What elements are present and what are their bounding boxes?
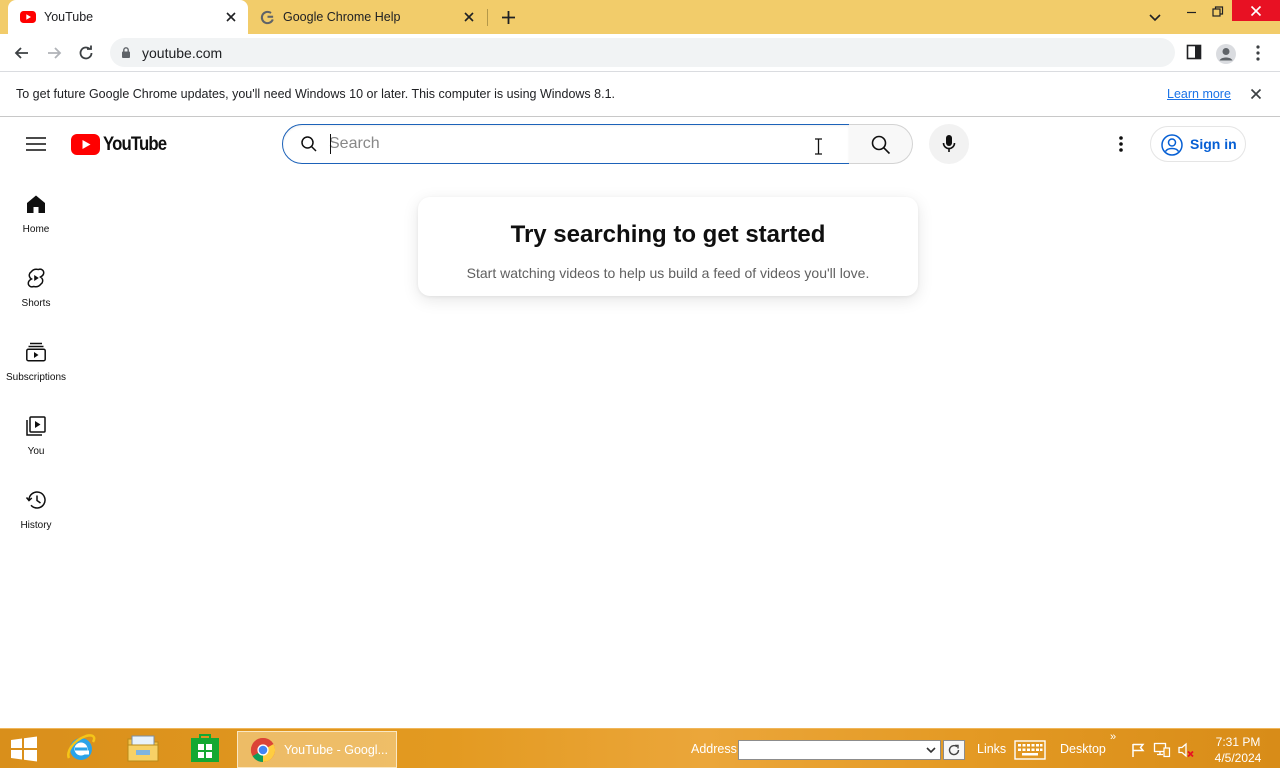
guide-item-shorts[interactable]: Shorts: [0, 267, 72, 341]
refresh-icon: [948, 744, 960, 756]
address-bar-url: youtube.com: [142, 45, 223, 61]
volume-muted-icon[interactable]: [1177, 742, 1195, 758]
youtube-logo[interactable]: YouTube: [71, 133, 177, 156]
chevron-down-icon[interactable]: [925, 744, 937, 756]
chrome-menu-icon[interactable]: [1250, 43, 1270, 63]
guide-item-home[interactable]: Home: [0, 193, 72, 267]
side-panel-icon[interactable]: [1185, 43, 1205, 63]
tab-title: Google Chrome Help: [283, 10, 401, 24]
guide-label: History: [20, 520, 52, 531]
sign-in-label: Sign in: [1190, 136, 1237, 152]
youtube-favicon: [20, 10, 36, 24]
search-box[interactable]: [282, 124, 850, 164]
settings-more-icon[interactable]: [1110, 134, 1132, 154]
windows-logo-icon: [11, 736, 37, 762]
clock-date: 4/5/2024: [1214, 751, 1262, 765]
file-explorer-icon[interactable]: [126, 732, 160, 768]
empty-state-title: Try searching to get started: [510, 221, 826, 248]
microphone-icon: [942, 135, 956, 152]
close-window-button[interactable]: [1232, 0, 1280, 21]
guide-label: Shorts: [21, 298, 51, 309]
forward-icon[interactable]: [44, 43, 64, 63]
touch-keyboard-icon[interactable]: [1014, 740, 1046, 760]
clock-time: 7:31 PM: [1215, 735, 1261, 749]
guide-label: Subscriptions: [5, 372, 67, 383]
text-caret: [330, 134, 331, 154]
close-tab-icon[interactable]: [462, 10, 476, 24]
windows-taskbar: YouTube - Googl... Address Links Desktop…: [0, 728, 1280, 768]
subscriptions-icon: [26, 342, 46, 362]
taskbar-chrome-window[interactable]: YouTube - Googl...: [237, 731, 397, 768]
you-icon: [26, 416, 46, 436]
back-icon[interactable]: [12, 43, 32, 63]
address-bar[interactable]: youtube.com: [110, 38, 1175, 67]
links-toolbar-label[interactable]: Links: [977, 742, 1006, 756]
sign-in-button[interactable]: Sign in: [1150, 126, 1246, 162]
address-toolbar-label: Address: [691, 742, 737, 756]
youtube-wordmark: YouTube: [103, 133, 167, 155]
chrome-icon: [250, 738, 276, 762]
tab-search-chevron-icon[interactable]: [1147, 9, 1163, 25]
search-input[interactable]: [329, 133, 809, 155]
minimize-icon[interactable]: [1184, 4, 1200, 20]
home-icon: [27, 195, 45, 213]
guide-item-history[interactable]: History: [0, 489, 72, 563]
youtube-logo-icon: [71, 134, 100, 155]
tab-google-chrome-help[interactable]: Google Chrome Help: [250, 0, 486, 34]
tab-separator: [487, 9, 488, 26]
restore-icon[interactable]: [1210, 4, 1226, 20]
search-button[interactable]: [849, 124, 913, 164]
store-icon[interactable]: [189, 732, 221, 768]
guide-item-subscriptions[interactable]: Subscriptions: [0, 341, 72, 415]
tab-youtube[interactable]: YouTube: [8, 0, 248, 34]
action-center-flag-icon[interactable]: [1130, 742, 1146, 758]
guide-item-you[interactable]: You: [0, 415, 72, 489]
close-tab-icon[interactable]: [224, 10, 238, 24]
start-button[interactable]: [8, 736, 40, 772]
tab-strip: YouTube Google Chrome Help: [0, 0, 1280, 34]
tab-title: YouTube: [44, 10, 94, 24]
shorts-icon: [27, 268, 45, 288]
internet-explorer-icon[interactable]: [64, 731, 98, 767]
history-icon: [25, 491, 46, 509]
google-favicon: [260, 10, 275, 25]
new-tab-button[interactable]: [500, 9, 517, 26]
empty-state-subtitle: Start watching videos to help us build a…: [466, 265, 870, 281]
text-cursor-icon: [814, 138, 823, 155]
taskbar-window-title: YouTube - Googl...: [284, 743, 389, 757]
lock-icon[interactable]: [120, 46, 132, 59]
desktop-toolbar-label[interactable]: Desktop: [1060, 742, 1106, 756]
system-clock[interactable]: 7:31 PM 4/5/2024: [1208, 734, 1268, 766]
network-icon[interactable]: [1153, 742, 1171, 758]
search-icon: [300, 135, 318, 153]
guide-label: You: [27, 446, 45, 457]
learn-more-link[interactable]: Learn more: [1167, 87, 1231, 101]
empty-feed-card: Try searching to get started Start watch…: [418, 197, 918, 296]
toolbar-overflow-icon[interactable]: »: [1110, 731, 1116, 743]
profile-icon[interactable]: [1215, 43, 1236, 64]
infobar-message: To get future Google Chrome updates, you…: [16, 87, 615, 101]
guide-menu-icon[interactable]: [25, 134, 47, 154]
search-icon: [871, 135, 891, 155]
youtube-masthead: YouTube Sign in: [0, 118, 1280, 174]
taskbar-address-input[interactable]: [738, 740, 941, 760]
update-infobar: To get future Google Chrome updates, you…: [0, 71, 1280, 117]
taskbar-refresh-button[interactable]: [943, 740, 965, 760]
close-infobar-icon[interactable]: [1248, 86, 1264, 102]
voice-search-button[interactable]: [929, 124, 969, 164]
account-icon: [1161, 134, 1183, 156]
reload-icon[interactable]: [76, 43, 96, 63]
guide-label: Home: [22, 224, 50, 235]
